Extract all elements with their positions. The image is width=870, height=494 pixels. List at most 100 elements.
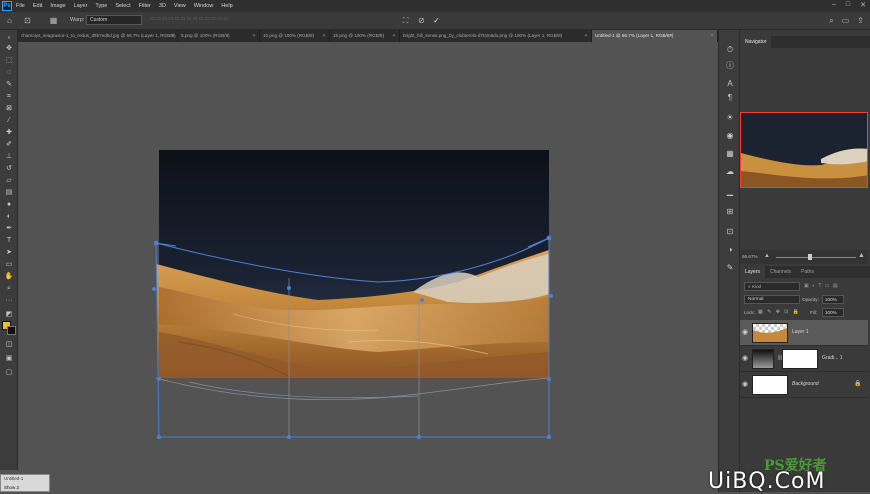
histogram-panel-icon[interactable]: ▁ xyxy=(724,186,736,197)
close-icon[interactable]: ✕ xyxy=(860,1,866,9)
swatches-panel-icon[interactable]: ▦ xyxy=(724,148,736,159)
menu-file[interactable]: File xyxy=(16,3,25,9)
workspace-icon[interactable]: ▭ xyxy=(840,15,851,26)
menu-window[interactable]: Window xyxy=(194,3,214,9)
layer-row-layer-1[interactable]: ◉ Layer 1 xyxy=(740,320,868,346)
tab-doc-5[interactable]: bright_hill_sense.png_by_clubterolo-d7t4… xyxy=(400,30,592,42)
background-color-swatch[interactable] xyxy=(7,326,16,335)
visibility-eye-icon[interactable]: ◉ xyxy=(742,355,750,363)
zoom-value[interactable]: 66.67% xyxy=(742,254,758,259)
close-tab-icon[interactable]: ✕ xyxy=(252,30,256,42)
commit-transform-icon[interactable]: ✓ xyxy=(431,15,442,26)
blend-mode-select[interactable]: Normal xyxy=(744,295,800,304)
more-tools-icon[interactable]: ··· xyxy=(3,296,15,306)
eyedropper-tool-icon[interactable]: ⁄ xyxy=(3,116,15,126)
reference-point-icon[interactable]: ▦ xyxy=(48,15,59,26)
close-tab-icon[interactable]: ✕ xyxy=(392,30,396,42)
dodge-tool-icon[interactable]: ◐ xyxy=(3,212,15,222)
marquee-tool-icon[interactable]: ⬚ xyxy=(3,56,15,66)
zoom-slider[interactable] xyxy=(776,257,856,258)
eraser-tool-icon[interactable]: ▱ xyxy=(3,176,15,186)
tab-doc-active[interactable]: Untitled-1 @ 66.7% (Layer 1, RGB/8#) ✕ xyxy=(592,30,718,42)
lasso-tool-icon[interactable]: ◌ xyxy=(3,68,15,78)
type-tool-icon[interactable]: T xyxy=(3,236,15,246)
layer-kind-filter[interactable]: ⌕ Kind xyxy=(744,282,800,291)
frame-tool-icon[interactable]: ⊠ xyxy=(3,104,15,114)
crop-tool-icon[interactable]: ⌗ xyxy=(3,92,15,102)
layer-filter-icons[interactable]: ▣ ◐ T ▭ ▤ xyxy=(804,283,839,289)
history-panel-icon[interactable]: ⏱ xyxy=(724,44,736,55)
cancel-transform-icon[interactable]: ⊘ xyxy=(416,15,427,26)
fill-input[interactable]: 100% xyxy=(822,308,844,317)
shape-tool-icon[interactable]: ▭ xyxy=(3,260,15,270)
tab-paths[interactable]: Paths xyxy=(796,266,819,278)
menu-3d[interactable]: 3D xyxy=(159,3,166,9)
zoom-out-icon[interactable]: ▲ xyxy=(764,253,770,259)
properties-panel-icon[interactable]: ⊞ xyxy=(724,206,736,217)
hand-tool-icon[interactable]: ✋ xyxy=(3,272,15,282)
path-selection-tool-icon[interactable]: ➤ xyxy=(3,248,15,258)
pen-tool-icon[interactable]: ✒ xyxy=(3,224,15,234)
layer-name[interactable]: Background xyxy=(792,381,819,387)
menu-filter[interactable]: Filter xyxy=(139,3,151,9)
menu-select[interactable]: Select xyxy=(115,3,130,9)
menu-type[interactable]: Type xyxy=(95,3,107,9)
transform-tool-icon[interactable]: ⊡ xyxy=(22,15,33,26)
layer-row-gradient[interactable]: ◉ ⛓ Gradi... 1 xyxy=(740,346,868,372)
screen-mode-icon[interactable]: ▣ xyxy=(3,354,15,364)
quick-mask-icon[interactable]: ◫ xyxy=(3,340,15,350)
layer-name[interactable]: Gradi... 1 xyxy=(822,355,843,361)
visibility-eye-icon[interactable]: ◉ xyxy=(742,381,750,389)
styles-panel-icon[interactable]: ◑ xyxy=(724,244,736,255)
tab-doc-4[interactable]: 15.png @ 100% (RGB/8) ✕ xyxy=(330,30,400,42)
maximize-icon[interactable]: □ xyxy=(846,1,850,9)
gradient-tool-icon[interactable]: ▤ xyxy=(3,188,15,198)
collapse-icon[interactable]: » xyxy=(3,33,15,43)
tab-doc-3[interactable]: 10.png @ 100% (RGB/8) ✕ xyxy=(260,30,330,42)
color-panel-icon[interactable]: ◉ xyxy=(724,130,736,141)
info-panel-icon[interactable]: ⓘ xyxy=(724,60,736,71)
menu-edit[interactable]: Edit xyxy=(33,3,42,9)
layer-name[interactable]: Layer 1 xyxy=(792,329,809,335)
close-tab-icon[interactable]: ✕ xyxy=(170,30,174,42)
document-canvas[interactable] xyxy=(18,23,718,492)
search-icon[interactable]: ⌕ xyxy=(826,15,837,26)
zoom-in-icon[interactable]: ▲ xyxy=(858,252,865,259)
tab-channels[interactable]: Channels xyxy=(765,266,796,278)
libraries-panel-icon[interactable]: ☁ xyxy=(724,166,736,177)
paragraph-panel-icon[interactable]: ¶ xyxy=(724,92,736,103)
menu-help[interactable]: Help xyxy=(221,3,232,9)
brush-tool-icon[interactable]: ✐ xyxy=(3,140,15,150)
zoom-slider-handle[interactable] xyxy=(808,254,812,260)
history-brush-tool-icon[interactable]: ↺ xyxy=(3,164,15,174)
menu-view[interactable]: View xyxy=(174,3,186,9)
layer-row-background[interactable]: ◉ Background 🔒 xyxy=(740,372,868,398)
tab-layers[interactable]: Layers xyxy=(740,266,766,278)
close-tab-icon[interactable]: ✕ xyxy=(322,30,326,42)
share-icon[interactable]: ⇪ xyxy=(855,15,866,26)
tab-doc-1[interactable]: chamoiys_seagravior-1_to_redus_d9b7ed5d.… xyxy=(18,30,178,42)
close-tab-icon[interactable]: ✕ xyxy=(584,30,588,42)
character-panel-icon[interactable]: A xyxy=(724,78,736,89)
menu-image[interactable]: Image xyxy=(50,3,65,9)
tab-navigator[interactable]: Navigator xyxy=(740,36,772,48)
zoom-tool-icon[interactable]: ⌕ xyxy=(3,284,15,294)
opacity-input[interactable]: 100% xyxy=(822,295,844,304)
brushes-panel-icon[interactable]: ✎ xyxy=(724,262,736,273)
extra-icon[interactable]: ▢ xyxy=(3,368,15,378)
quick-select-tool-icon[interactable]: ✎ xyxy=(3,80,15,90)
light-panel-icon[interactable]: ☀ xyxy=(724,112,736,123)
minimize-icon[interactable]: – xyxy=(832,1,836,9)
move-tool-icon[interactable]: ✥ xyxy=(3,44,15,54)
blur-tool-icon[interactable]: ● xyxy=(3,200,15,210)
close-tab-icon[interactable]: ✕ xyxy=(710,30,714,42)
warp-mode-icon[interactable]: ⛶ xyxy=(400,15,411,26)
clone-stamp-tool-icon[interactable]: ⊥ xyxy=(3,152,15,162)
visibility-eye-icon[interactable]: ◉ xyxy=(742,329,750,337)
mini-document-window[interactable]: Untitled-1 Show 2 xyxy=(0,474,50,492)
adjustments-panel-icon[interactable]: ⊡ xyxy=(724,226,736,237)
warp-style-select[interactable]: Custom xyxy=(86,15,142,25)
lock-icons[interactable]: ▦ ✎ ✥ ⊡ 🔒 xyxy=(758,309,801,315)
healing-brush-tool-icon[interactable]: ✚ xyxy=(3,128,15,138)
canvas-area[interactable] xyxy=(18,23,718,492)
